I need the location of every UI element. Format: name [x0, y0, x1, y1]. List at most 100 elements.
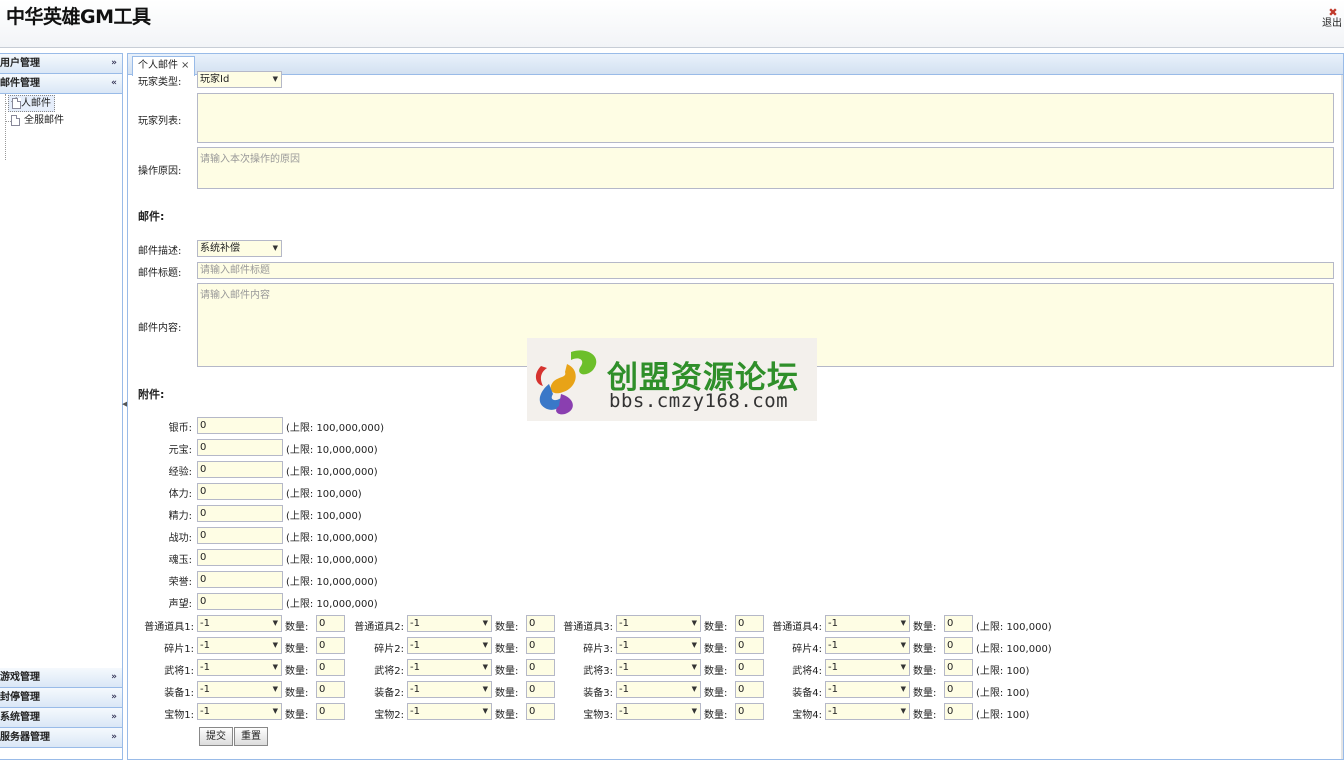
item-select[interactable]: -1 ▼ — [616, 681, 701, 698]
resource-label: 精力: — [168, 511, 192, 522]
app-header: 中华英雄GM工具 ✖ 退出 — [0, 0, 1344, 48]
item-select[interactable]: -1 ▼ — [825, 703, 910, 720]
submit-button[interactable]: 提交 — [199, 727, 233, 746]
resource-label: 魂玉: — [168, 555, 192, 566]
item-select[interactable]: -1 ▼ — [825, 681, 910, 698]
resource-label: 经验: — [168, 467, 192, 478]
dropdown-arrow-icon: ▼ — [482, 641, 488, 649]
dropdown-arrow-icon: ▼ — [272, 244, 278, 252]
item-select[interactable]: -1 ▼ — [197, 703, 282, 720]
qty-input[interactable]: 0 — [316, 659, 345, 676]
qty-label: 数量: — [285, 688, 309, 699]
reset-button[interactable]: 重置 — [234, 727, 268, 746]
resource-input[interactable]: 0 — [197, 593, 283, 610]
qty-input[interactable]: 0 — [316, 615, 345, 632]
resource-input[interactable]: 0 — [197, 461, 283, 478]
qty-label: 数量: — [495, 710, 519, 721]
qty-label: 数量: — [704, 710, 728, 721]
qty-label: 数量: — [704, 688, 728, 699]
resource-input[interactable]: 0 — [197, 483, 283, 500]
qty-input[interactable]: 0 — [316, 703, 345, 720]
item-select[interactable]: -1 ▼ — [407, 637, 492, 654]
mail-title-input[interactable]: 请输入邮件标题 — [197, 262, 1334, 279]
item-select[interactable]: -1 ▼ — [197, 615, 282, 632]
mail-desc-select[interactable]: 系统补偿 ▼ — [197, 240, 282, 257]
app-title: 中华英雄GM工具 — [6, 6, 151, 28]
item-select[interactable]: -1 ▼ — [825, 659, 910, 676]
item-select[interactable]: -1 ▼ — [407, 615, 492, 632]
resource-input[interactable]: 0 — [197, 505, 283, 522]
item-select[interactable]: -1 ▼ — [616, 615, 701, 632]
dropdown-arrow-icon: ▼ — [900, 619, 906, 627]
item-select[interactable]: -1 ▼ — [407, 659, 492, 676]
item-label: 普通道具4: — [772, 622, 822, 633]
item-limit: (上限: 100) — [976, 710, 1030, 721]
sidebar-section-user[interactable]: 用户管理 » — [0, 54, 122, 74]
item-label: 武将2: — [374, 666, 404, 677]
item-select[interactable]: -1 ▼ — [197, 681, 282, 698]
sidebar-section-mail[interactable]: 邮件管理 « — [0, 74, 122, 94]
player-type-select[interactable]: 玩家Id ▼ — [197, 71, 282, 88]
mail-title-label: 邮件标题: — [138, 268, 182, 279]
resource-limit: (上限: 10,000,000) — [286, 577, 378, 588]
resource-input[interactable]: 0 — [197, 417, 283, 434]
resource-limit: (上限: 10,000,000) — [286, 467, 378, 478]
qty-input[interactable]: 0 — [944, 615, 973, 632]
sidebar-section-system[interactable]: 系统管理 » — [0, 708, 122, 728]
item-select[interactable]: -1 ▼ — [825, 637, 910, 654]
qty-label: 数量: — [285, 644, 309, 655]
item-select[interactable]: -1 ▼ — [197, 659, 282, 676]
qty-label: 数量: — [704, 644, 728, 655]
item-select[interactable]: -1 ▼ — [616, 703, 701, 720]
item-label: 装备4: — [792, 688, 822, 699]
dropdown-arrow-icon: ▼ — [691, 707, 697, 715]
item-select[interactable]: -1 ▼ — [616, 659, 701, 676]
resource-label: 元宝: — [168, 445, 192, 456]
dropdown-arrow-icon: ▼ — [272, 619, 278, 627]
tree-item-personal-mail[interactable]: 个人邮件 — [8, 95, 55, 112]
resource-input[interactable]: 0 — [197, 549, 283, 566]
reason-textarea[interactable]: 请输入本次操作的原因 — [197, 147, 1334, 189]
sidebar: 用户管理 » 邮件管理 « 个人邮件 全服邮件 游戏管理 » 封停管理 » 系统… — [0, 53, 123, 760]
resource-input[interactable]: 0 — [197, 527, 283, 544]
chevron-down-icon: » — [111, 712, 117, 722]
chevron-down-icon: » — [111, 732, 117, 742]
logout-button[interactable]: ✖ 退出 — [1322, 6, 1344, 29]
item-select[interactable]: -1 ▼ — [825, 615, 910, 632]
qty-input[interactable]: 0 — [316, 637, 345, 654]
resource-limit: (上限: 100,000) — [286, 489, 362, 500]
dropdown-arrow-icon: ▼ — [482, 685, 488, 693]
item-select[interactable]: -1 ▼ — [407, 681, 492, 698]
tree-item-server-mail[interactable]: 全服邮件 — [8, 113, 67, 129]
resource-input[interactable]: 0 — [197, 571, 283, 588]
resource-label: 体力: — [168, 489, 192, 500]
qty-label: 数量: — [913, 710, 937, 721]
tab-close-icon[interactable]: × — [181, 60, 189, 71]
close-icon: ✖ — [1328, 6, 1338, 19]
scrollbar[interactable] — [1341, 75, 1343, 759]
item-select[interactable]: -1 ▼ — [197, 637, 282, 654]
item-label: 宝物3: — [583, 710, 613, 721]
qty-label: 数量: — [495, 666, 519, 677]
attach-section-title: 附件: — [138, 388, 165, 401]
mail-section-title: 邮件: — [138, 210, 165, 223]
qty-input[interactable]: 0 — [316, 681, 345, 698]
item-select[interactable]: -1 ▼ — [407, 703, 492, 720]
reason-label: 操作原因: — [138, 166, 182, 177]
resource-input[interactable]: 0 — [197, 439, 283, 456]
item-label: 武将3: — [583, 666, 613, 677]
sidebar-section-ban[interactable]: 封停管理 » — [0, 688, 122, 708]
item-select[interactable]: -1 ▼ — [616, 637, 701, 654]
qty-input[interactable]: 0 — [944, 681, 973, 698]
dropdown-arrow-icon: ▼ — [272, 75, 278, 83]
mail-desc-label: 邮件描述: — [138, 246, 182, 257]
sidebar-section-server[interactable]: 服务器管理 » — [0, 728, 122, 748]
dropdown-arrow-icon: ▼ — [900, 707, 906, 715]
item-label: 武将4: — [792, 666, 822, 677]
item-label: 碎片4: — [792, 644, 822, 655]
qty-input[interactable]: 0 — [944, 637, 973, 654]
qty-input[interactable]: 0 — [944, 659, 973, 676]
sidebar-section-game[interactable]: 游戏管理 » — [0, 668, 122, 688]
player-list-textarea[interactable] — [197, 93, 1334, 143]
qty-input[interactable]: 0 — [944, 703, 973, 720]
